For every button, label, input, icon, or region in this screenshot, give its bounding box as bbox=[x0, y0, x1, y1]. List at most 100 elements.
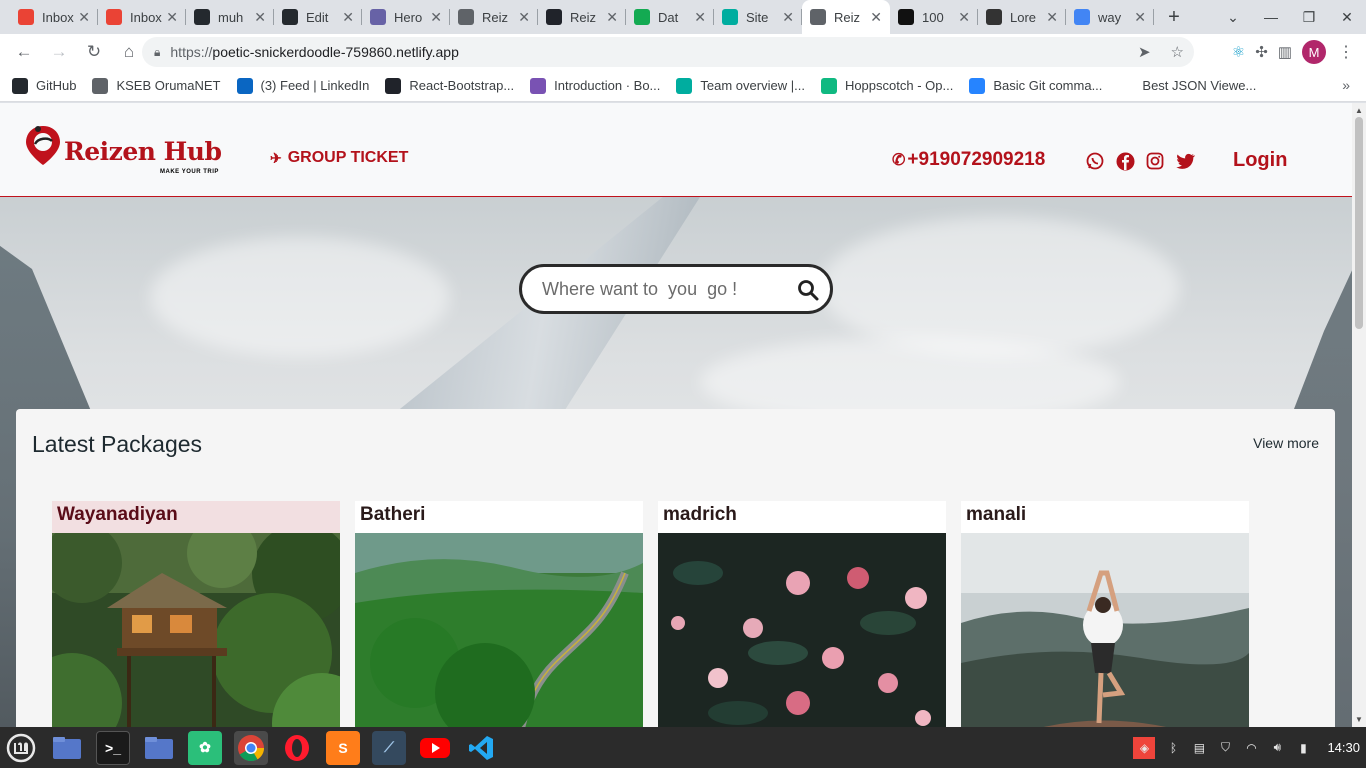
new-tab-button[interactable]: + bbox=[1154, 0, 1194, 34]
close-tab-icon[interactable]: ✕ bbox=[254, 9, 266, 26]
phone-link[interactable]: ✆ +919072909218 bbox=[892, 149, 1045, 171]
bookmark-item[interactable]: Basic Git comma... bbox=[969, 77, 1102, 94]
close-window-button[interactable]: ✕ bbox=[1328, 9, 1366, 26]
vscode-icon[interactable] bbox=[464, 731, 498, 765]
login-link[interactable]: Login bbox=[1233, 149, 1287, 172]
page-scrollbar[interactable]: ▲ ▼ bbox=[1352, 103, 1366, 727]
sublime-icon[interactable]: S bbox=[326, 730, 360, 765]
browser-tab[interactable]: Dat ✕ bbox=[626, 0, 714, 34]
bluetooth-icon[interactable]: ᛒ bbox=[1165, 740, 1181, 756]
volume-icon[interactable]: 🔊︎ bbox=[1269, 740, 1285, 756]
bookmark-item[interactable]: (3) Feed | LinkedIn bbox=[236, 77, 369, 94]
close-tab-icon[interactable]: ✕ bbox=[518, 9, 530, 26]
bookmark-label: Introduction · Bo... bbox=[554, 78, 661, 93]
view-more-link[interactable]: View more bbox=[1253, 435, 1319, 451]
browser-tab[interactable]: Inbox ✕ bbox=[10, 0, 98, 34]
close-tab-icon[interactable]: ✕ bbox=[430, 9, 442, 26]
close-tab-icon[interactable]: ✕ bbox=[606, 9, 618, 26]
tab-title: Inbox bbox=[42, 9, 74, 25]
forward-button[interactable]: → bbox=[43, 36, 75, 68]
address-bar[interactable]: 🔒︎ https://poetic-snickerdoodle-759860.n… bbox=[142, 37, 1194, 67]
lock-icon[interactable]: 🔒︎ bbox=[154, 45, 160, 60]
bookmark-item[interactable]: React-Bootstrap... bbox=[385, 77, 515, 94]
logo-pin-icon bbox=[26, 126, 60, 165]
close-tab-icon[interactable]: ✕ bbox=[958, 9, 970, 26]
close-tab-icon[interactable]: ✕ bbox=[342, 9, 354, 26]
search-icon[interactable] bbox=[796, 278, 820, 302]
package-card[interactable]: manali bbox=[961, 501, 1249, 727]
browser-tab[interactable]: Lore ✕ bbox=[978, 0, 1066, 34]
close-tab-icon[interactable]: ✕ bbox=[870, 9, 882, 26]
browser-tab[interactable]: 100 ✕ bbox=[890, 0, 978, 34]
back-button[interactable]: ← bbox=[8, 36, 40, 68]
bookmark-label: React-Bootstrap... bbox=[409, 78, 515, 93]
package-card[interactable]: madrich bbox=[658, 501, 946, 727]
anydesk-icon[interactable]: ◈ bbox=[1133, 736, 1156, 759]
browser-tab[interactable]: Reiz ✕ bbox=[538, 0, 626, 34]
browser-tab[interactable]: Site ✕ bbox=[714, 0, 802, 34]
terminal-icon[interactable]: >_ bbox=[96, 730, 130, 765]
menu-icon[interactable]: ⋮ bbox=[1338, 42, 1354, 62]
browser-tab[interactable]: muh ✕ bbox=[186, 0, 274, 34]
mintinstall-icon[interactable]: ✿ bbox=[188, 730, 222, 765]
home-button[interactable]: ⌂ bbox=[113, 36, 145, 68]
scroll-down-icon[interactable]: ▼ bbox=[1355, 715, 1363, 724]
mint-menu-icon[interactable] bbox=[4, 731, 38, 765]
browser-tab[interactable]: Reiz ✕ bbox=[802, 0, 890, 34]
bookmark-item[interactable]: Team overview |... bbox=[676, 77, 805, 94]
tab-title: Reiz bbox=[482, 9, 509, 25]
latest-packages-section: Latest Packages View more Wayanadiyan Ba… bbox=[16, 409, 1335, 727]
wifi-icon[interactable]: ◠ bbox=[1243, 740, 1259, 756]
bookmark-item[interactable]: Best JSON Viewe... bbox=[1118, 77, 1256, 94]
scroll-up-icon[interactable]: ▲ bbox=[1355, 106, 1363, 115]
browser-tab[interactable]: Edit ✕ bbox=[274, 0, 362, 34]
mysql-workbench-icon[interactable]: ⟋ bbox=[372, 730, 406, 765]
more-bookmarks-icon[interactable]: » bbox=[1342, 77, 1350, 93]
browser-tab[interactable]: Hero ✕ bbox=[362, 0, 450, 34]
site-logo[interactable]: Reizen Hub MAKE YOUR TRIP bbox=[24, 123, 222, 175]
files-2-icon[interactable] bbox=[142, 731, 176, 765]
extensions-icon[interactable]: ✣ bbox=[1255, 43, 1268, 61]
side-panel-icon[interactable]: ▥ bbox=[1278, 43, 1292, 61]
bookmark-star-icon[interactable]: ☆ bbox=[1171, 43, 1184, 61]
chrome-icon[interactable] bbox=[234, 730, 268, 765]
close-tab-icon[interactable]: ✕ bbox=[694, 9, 706, 26]
instagram-icon[interactable] bbox=[1145, 151, 1165, 171]
bookmark-item[interactable]: KSEB OrumaNET bbox=[92, 77, 221, 94]
browser-tab[interactable]: Inbox ✕ bbox=[98, 0, 186, 34]
bookmark-item[interactable]: Hoppscotch - Op... bbox=[820, 77, 953, 94]
youtube-icon[interactable] bbox=[418, 731, 452, 765]
reload-button[interactable]: ↻ bbox=[78, 36, 110, 68]
destination-search[interactable] bbox=[519, 264, 833, 314]
clipboard-icon[interactable]: ▤ bbox=[1191, 740, 1207, 756]
close-tab-icon[interactable]: ✕ bbox=[782, 9, 794, 26]
close-tab-icon[interactable]: ✕ bbox=[1046, 9, 1058, 26]
files-icon[interactable] bbox=[50, 731, 84, 765]
profile-avatar[interactable]: M bbox=[1302, 40, 1326, 64]
browser-tab[interactable]: way ✕ bbox=[1066, 0, 1154, 34]
bookmark-item[interactable]: Introduction · Bo... bbox=[530, 77, 661, 94]
search-input[interactable] bbox=[542, 278, 792, 300]
send-icon[interactable]: ➤ bbox=[1138, 43, 1151, 61]
tab-search-icon[interactable]: ⌄ bbox=[1214, 9, 1252, 26]
close-tab-icon[interactable]: ✕ bbox=[1134, 9, 1146, 26]
scrollbar-thumb[interactable] bbox=[1355, 117, 1363, 329]
close-tab-icon[interactable]: ✕ bbox=[166, 9, 178, 26]
package-card[interactable]: Batheri bbox=[355, 501, 643, 727]
shield-icon[interactable]: ⛉ bbox=[1217, 740, 1233, 756]
maximize-button[interactable]: ❐ bbox=[1290, 9, 1328, 26]
minimize-button[interactable]: — bbox=[1252, 9, 1290, 25]
twitter-icon[interactable] bbox=[1175, 151, 1195, 171]
facebook-icon[interactable] bbox=[1115, 151, 1135, 171]
package-card[interactable]: Wayanadiyan bbox=[52, 501, 340, 727]
clock[interactable]: 14:30 bbox=[1327, 740, 1360, 755]
section-title: Latest Packages bbox=[32, 431, 203, 457]
battery-icon[interactable]: ▮ bbox=[1295, 740, 1311, 756]
nav-group-ticket[interactable]: ✈ GROUP TICKET bbox=[270, 149, 408, 167]
close-tab-icon[interactable]: ✕ bbox=[78, 9, 90, 26]
browser-tab[interactable]: Reiz ✕ bbox=[450, 0, 538, 34]
opera-icon[interactable] bbox=[280, 731, 314, 765]
bookmark-item[interactable]: GitHub bbox=[12, 77, 76, 94]
react-devtools-icon[interactable]: ⚛ bbox=[1232, 43, 1245, 61]
whatsapp-icon[interactable] bbox=[1085, 151, 1105, 171]
